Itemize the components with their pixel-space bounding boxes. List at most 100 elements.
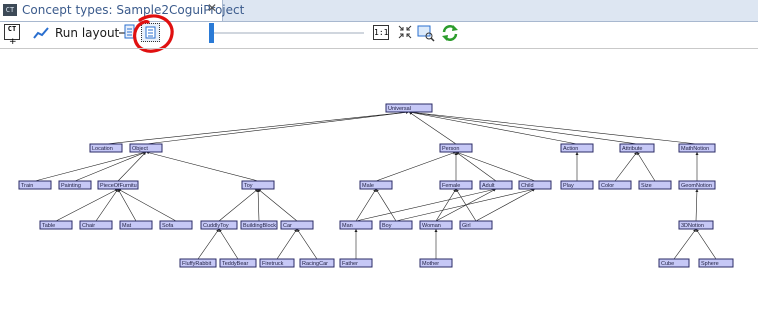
node-female[interactable]: Female [439,180,473,190]
edge-object-to-universal [145,110,410,145]
node-person[interactable]: Person [439,143,473,153]
edge-car-to-toy [257,188,298,222]
edge-man-to-adult [355,188,497,222]
node-mother[interactable]: Mother [419,258,453,268]
concept-types-editor-icon: CT [3,4,17,16]
edge-cube-to-threednotion [673,228,697,260]
node-size[interactable]: Size [638,180,672,190]
actual-size-button[interactable]: 1:1 [373,25,389,40]
zoom-slider-track[interactable] [212,32,364,34]
node-girl[interactable]: Girl [459,220,493,230]
edge-threednotion-to-geomnotion [695,188,699,222]
node-fluffyrabbit[interactable]: FluffyRabbit [179,258,217,268]
edge-woman-to-female [435,188,457,222]
node-label: Cube [661,261,674,267]
node-label: RacingCar [302,261,328,267]
node-table[interactable]: Table [39,220,73,230]
node-adult[interactable]: Adult [479,180,513,190]
node-label: Girl [462,223,471,229]
node-label: Chair [82,223,95,229]
node-label: PieceOfFurnitu [100,183,137,189]
node-chair[interactable]: Chair [79,220,113,230]
node-toy[interactable]: Toy [241,180,275,190]
node-label: Sofa [162,223,174,229]
edge-size-to-attribute [636,151,656,182]
node-buildingblock[interactable]: BuildingBlock [240,220,278,230]
node-object[interactable]: Object [129,143,163,153]
node-firetruck[interactable]: Firetruck [259,258,295,268]
zoom-rectangle-icon[interactable] [417,24,435,46]
node-label: Location [92,146,113,152]
node-label: 3DNotion [681,223,704,229]
node-threednotion[interactable]: 3DNotion [678,220,714,230]
node-label: Child [521,183,534,189]
node-woman[interactable]: Woman [419,220,453,230]
node-location[interactable]: Location [89,143,123,153]
node-label: Painting [61,183,81,189]
tab-concept-types[interactable]: CT Concept types: Sample2CoguiProject ✕ [0,0,244,21]
node-cube[interactable]: Cube [658,258,690,268]
node-man[interactable]: Man [339,220,373,230]
edge-adult-to-person [455,151,497,182]
edge-train-to-object [34,151,147,182]
node-color[interactable]: Color [598,180,632,190]
node-geomnotion[interactable]: GeomNotion [678,180,716,190]
edge-table-to-pieceoffurniture [55,188,119,222]
refresh-icon[interactable] [440,23,460,45]
edge-racingcar-to-car [296,228,318,260]
node-train[interactable]: Train [18,180,52,190]
node-racingcar[interactable]: RacingCar [299,258,335,268]
node-mathnotion[interactable]: MathNotion [678,143,716,153]
node-label: Size [641,183,652,189]
edge-attribute-to-universal [408,110,638,145]
node-play[interactable]: Play [560,180,594,190]
node-label: CuddlyToy [203,223,229,229]
node-universal[interactable]: Universal [385,103,433,113]
edge-boy-to-male [375,188,397,222]
edge-teddybear-to-cuddlytoy [218,228,239,260]
node-label: Attribute [622,146,642,152]
edge-pieceoffurniture-to-object [117,151,147,182]
edge-person-to-universal [408,111,457,145]
node-action[interactable]: Action [560,143,594,153]
close-tab-icon[interactable]: ✕ [207,1,217,15]
edge-firetruck-to-car [276,228,298,260]
node-painting[interactable]: Painting [58,180,92,190]
node-boy[interactable]: Boy [379,220,413,230]
run-layout-icon[interactable] [33,25,49,47]
node-label: MathNotion [681,146,709,152]
node-cuddlytoy[interactable]: CuddlyToy [200,220,238,230]
node-label: Adult [482,183,495,189]
node-attribute[interactable]: Attribute [619,143,655,153]
node-label: Person [442,146,459,152]
node-mat[interactable]: Mat [119,220,153,230]
node-sphere[interactable]: Sphere [698,258,734,268]
node-male[interactable]: Male [359,180,393,190]
editor-tab-bar: CT Concept types: Sample2CoguiProject ✕ [0,0,758,22]
node-label: TeddyBear [222,261,248,267]
concept-type-hierarchy-graph[interactable]: Universal Location Object Person Action Attri… [0,49,758,331]
node-label: Sphere [701,261,719,267]
node-sofa[interactable]: Sofa [159,220,193,230]
node-father[interactable]: Father [339,258,373,268]
edge-chair-to-pieceoffurniture [95,188,119,222]
edge-cuddlytoy-to-toy [218,188,259,222]
ct-label: CT [7,25,17,33]
node-label: Man [342,223,353,229]
edge-buildingblock-to-toy [256,188,260,222]
node-pieceoffurniture[interactable]: PieceOfFurnitu [97,180,139,190]
edge-child-to-person [455,151,536,182]
shrink-icon[interactable] [397,24,413,46]
node-label: Action [563,146,578,152]
zoom-out-icon[interactable] [118,23,138,45]
edge-man-to-male [355,188,377,222]
node-label: Male [362,183,374,189]
node-label: Firetruck [262,261,284,267]
node-teddybear[interactable]: TeddyBear [219,258,257,268]
fit-to-window-icon[interactable] [141,23,160,42]
zoom-slider-thumb[interactable] [209,23,214,43]
node-child[interactable]: Child [518,180,552,190]
run-layout-button[interactable]: Run layout [55,26,119,48]
node-car[interactable]: Car [280,220,314,230]
node-label: Table [42,223,55,229]
